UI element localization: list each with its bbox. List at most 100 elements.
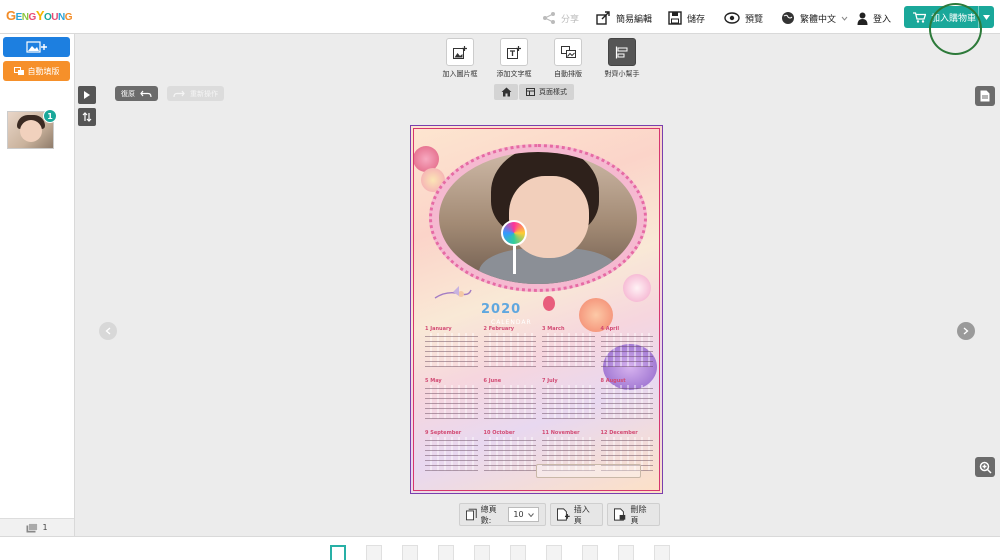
flower-decoration — [623, 274, 651, 302]
zoom-in-button[interactable] — [975, 457, 995, 477]
login-button[interactable]: 登入 — [857, 9, 891, 27]
page-style-icon — [526, 88, 535, 96]
month-name: 2 February — [483, 326, 515, 332]
top-bar: GENGYOUNG 分享 簡易編輯 儲存 預覽 繁體中文 登入 加入購物車 — [0, 0, 1000, 34]
insert-page-icon — [556, 508, 570, 521]
chevron-down-icon — [527, 512, 534, 517]
easy-edit-button[interactable]: 簡易編輯 — [596, 9, 652, 27]
calendar-month: 3 March — [542, 326, 595, 372]
toolbar-align-helper-button[interactable]: 對齊小幫手 — [602, 38, 642, 79]
save-button[interactable]: 儲存 — [668, 9, 705, 27]
logo-letter: U — [51, 12, 58, 23]
page-controls: 總頁數: 10 插入頁 刪除頁 — [459, 503, 660, 526]
page-thumbnail[interactable] — [438, 545, 454, 560]
document-icon — [980, 90, 990, 102]
undo-label: 復原 — [121, 89, 135, 98]
add-to-cart-main[interactable]: 加入購物車 — [904, 6, 978, 28]
add-to-cart-button[interactable]: 加入購物車 — [904, 6, 994, 28]
cart-label: 加入購物車 — [931, 13, 977, 24]
align-helper-icon — [608, 38, 636, 66]
pages-icon — [466, 508, 477, 521]
logo-letter: O — [43, 12, 52, 23]
easy-edit-label: 簡易編輯 — [616, 14, 653, 25]
photo-sidebar: 自動填版 1 1 — [0, 34, 75, 536]
page-thumbnail[interactable] — [618, 545, 634, 560]
share-button[interactable]: 分享 — [542, 9, 579, 27]
photo-placeholder-child[interactable] — [439, 152, 637, 284]
month-name: 8 August — [600, 378, 626, 384]
page-thumbnail[interactable] — [402, 545, 418, 560]
undo-button[interactable]: 復原 — [115, 86, 158, 101]
redo-label: 重新操作 — [190, 89, 218, 98]
toolbar-auto-layout-button[interactable]: 自動排版 — [548, 38, 588, 79]
logo-letter: N — [21, 12, 29, 23]
auto-fill-button[interactable]: 自動填版 — [3, 61, 70, 81]
calendar-month: 6 June — [483, 378, 536, 424]
auto-fill-icon — [13, 66, 24, 75]
month-days-grid — [483, 385, 536, 419]
logo-letter: G — [28, 12, 37, 23]
month-days-grid — [600, 385, 653, 419]
page-thumbnail[interactable] — [474, 545, 490, 560]
text-box-placeholder[interactable] — [536, 464, 641, 478]
chevron-down-icon — [841, 16, 848, 21]
page-thumbnail[interactable] — [510, 545, 526, 560]
delete-page-icon — [614, 508, 626, 521]
photo-usage-badge: 1 — [43, 109, 57, 123]
toolbar-add-image-frame-button[interactable]: 加入圖片框 — [440, 38, 480, 79]
save-icon — [668, 11, 682, 25]
page-thumbnail[interactable] — [546, 545, 562, 560]
cart-dropdown-toggle[interactable] — [978, 6, 994, 28]
prev-page-arrow[interactable] — [99, 322, 117, 340]
thumbnail-face — [20, 120, 42, 142]
chevron-right-icon — [963, 327, 969, 335]
expand-sidebar-button[interactable] — [78, 86, 96, 104]
month-name: 7 July — [542, 378, 558, 384]
page-thumbnail[interactable] — [330, 545, 346, 560]
calendar-year[interactable]: 2020 — [481, 302, 521, 317]
toolbar-add-text-frame-button[interactable]: 添加文字框 — [494, 38, 534, 79]
month-name: 9 September — [425, 430, 462, 436]
total-pages-control: 總頁數: 10 — [459, 503, 546, 526]
undo-icon — [140, 90, 152, 97]
brand-logo[interactable]: GENGYOUNG — [6, 8, 73, 23]
calendar-month: 9 September — [425, 430, 478, 476]
play-right-icon — [84, 91, 90, 99]
redo-button[interactable]: 重新操作 — [167, 86, 224, 101]
month-name: 3 March — [542, 326, 565, 332]
calendar-month: 2 February — [483, 326, 536, 372]
external-edit-icon — [596, 11, 610, 25]
eye-icon — [724, 12, 740, 24]
preview-button[interactable]: 預覽 — [724, 9, 763, 27]
logo-letter: Y — [35, 8, 45, 23]
calendar-design-canvas[interactable]: 2020 CALENDAR 1 January 2 February 3 March… — [410, 125, 663, 494]
page-thumbnail[interactable] — [582, 545, 598, 560]
month-days-grid — [542, 385, 595, 419]
photo-face — [509, 176, 589, 258]
delete-page-button[interactable]: 刪除頁 — [607, 503, 660, 526]
month-name: 5 May — [425, 378, 442, 384]
page-style-button[interactable]: 頁面樣式 — [519, 84, 574, 100]
page-thumbnail[interactable] — [654, 545, 670, 560]
auto-fill-label: 自動填版 — [27, 66, 60, 76]
save-label: 儲存 — [687, 14, 706, 25]
calendar-month: 4 April — [600, 326, 653, 372]
add-image-frame-icon — [446, 38, 474, 66]
insert-page-button[interactable]: 插入頁 — [549, 503, 604, 526]
page-thumbnail[interactable] — [366, 545, 382, 560]
language-select[interactable]: 繁體中文 — [781, 9, 848, 27]
balloon-decoration — [543, 296, 555, 311]
calendar-subtitle: CALENDAR — [491, 319, 532, 326]
chevron-left-icon — [105, 327, 111, 335]
add-photo-button[interactable] — [3, 37, 70, 57]
home-button[interactable] — [494, 84, 518, 100]
add-text-frame-icon — [500, 38, 528, 66]
photo-count: 1 — [42, 523, 48, 532]
next-page-arrow[interactable] — [957, 322, 975, 340]
background-panel-button[interactable] — [975, 86, 995, 106]
sort-photos-button[interactable] — [78, 108, 96, 126]
calendar-month: 5 May — [425, 378, 478, 424]
total-pages-select[interactable]: 10 — [508, 507, 539, 522]
months-grid: 1 January 2 February 3 March 4 April 5 May 6 … — [425, 326, 653, 476]
share-label: 分享 — [561, 14, 580, 25]
